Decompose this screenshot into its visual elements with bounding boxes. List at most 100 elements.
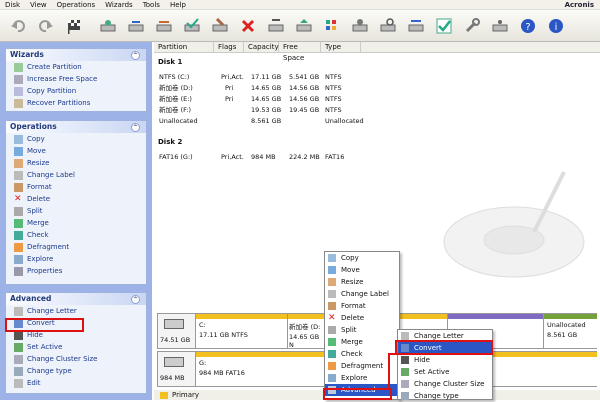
- wizard-copy-partition[interactable]: Copy Partition: [6, 85, 146, 97]
- move-icon: [328, 266, 336, 274]
- view-disk-icon[interactable]: [488, 14, 512, 38]
- properties-icon: [14, 266, 23, 276]
- col-type[interactable]: Type: [321, 42, 361, 52]
- set-active-icon: [14, 342, 23, 352]
- col-capacity[interactable]: Capacity: [244, 42, 279, 52]
- ctx-merge[interactable]: Merge: [325, 336, 399, 348]
- col-flags[interactable]: Flags: [214, 42, 244, 52]
- advanced-panel-header[interactable]: Advanced ⌃: [6, 293, 146, 305]
- ctx-change-label[interactable]: Change Label: [325, 288, 399, 300]
- recover-partition-icon: [14, 98, 23, 108]
- op-move[interactable]: Move: [6, 145, 146, 157]
- op-delete[interactable]: ✕ Delete: [6, 193, 146, 205]
- ctx-split[interactable]: Split: [325, 324, 399, 336]
- delete-icon[interactable]: [236, 14, 260, 38]
- op-copy[interactable]: Copy: [6, 133, 146, 145]
- split-icon[interactable]: [264, 14, 288, 38]
- sub-change-cluster-size[interactable]: Change Cluster Size: [398, 378, 492, 390]
- change-letter-icon: [401, 332, 409, 340]
- disk1-label[interactable]: Disk 1: [158, 58, 182, 66]
- op-properties[interactable]: Properties: [6, 265, 146, 277]
- change-letter-icon: [14, 306, 23, 316]
- op-format[interactable]: Format: [6, 181, 146, 193]
- copy-disk-icon[interactable]: [96, 14, 120, 38]
- info-icon[interactable]: i: [544, 14, 568, 38]
- ctx-resize[interactable]: Resize: [325, 276, 399, 288]
- operations-panel-header[interactable]: Operations ⌃: [6, 121, 146, 133]
- wizards-panel: Wizards ⌃ Create Partition Increase Free …: [5, 48, 147, 112]
- defragment-icon: [14, 242, 23, 252]
- copy-partition-icon: [14, 86, 23, 96]
- ctx-copy[interactable]: Copy: [325, 252, 399, 264]
- op-explore[interactable]: Explore: [6, 253, 146, 265]
- menu-disk[interactable]: Disk: [0, 0, 25, 10]
- disk1-size-cell[interactable]: 74.51 GB: [158, 314, 196, 348]
- apply-check-icon[interactable]: [432, 14, 456, 38]
- op-merge[interactable]: Merge: [6, 217, 146, 229]
- properties-icon[interactable]: [348, 14, 372, 38]
- commit-flag-icon[interactable]: [62, 14, 86, 38]
- column-header: Partition Flags Capacity Free Space Type: [154, 42, 600, 62]
- disk2-label[interactable]: Disk 2: [158, 138, 182, 146]
- check-disk-icon[interactable]: [180, 14, 204, 38]
- partition-d-segment[interactable]: 新加卷 (D: 14.65 GB N: [288, 314, 328, 349]
- menu-operations[interactable]: Operations: [52, 0, 100, 10]
- adv-change-cluster-size[interactable]: Change Cluster Size: [6, 353, 146, 365]
- resize-disk-icon[interactable]: [152, 14, 176, 38]
- convert-highlight-box: [5, 318, 84, 332]
- menu-tools[interactable]: Tools: [138, 0, 165, 10]
- ctx-move[interactable]: Move: [325, 264, 399, 276]
- disk2-size-cell[interactable]: 984 MB: [158, 352, 196, 386]
- col-partition[interactable]: Partition: [154, 42, 214, 52]
- explore-icon[interactable]: [376, 14, 400, 38]
- wizard-create-partition[interactable]: Create Partition: [6, 61, 146, 73]
- legend-primary: Primary: [172, 391, 200, 399]
- collapse-icon[interactable]: ⌃: [131, 295, 140, 304]
- tools-icon[interactable]: [460, 14, 484, 38]
- adv-set-active[interactable]: Set Active: [6, 341, 146, 353]
- change-type-icon: [14, 366, 23, 376]
- help-icon[interactable]: ?: [516, 14, 540, 38]
- unallocated-segment[interactable]: Unallocated 8.561 GB: [544, 314, 597, 348]
- merge-icon: [328, 338, 336, 346]
- defragment-icon: [328, 362, 336, 370]
- op-check[interactable]: Check: [6, 229, 146, 241]
- cluster-size-icon: [14, 354, 23, 364]
- edit-icon: [14, 378, 23, 388]
- op-change-label[interactable]: Change Label: [6, 169, 146, 181]
- defragment-icon[interactable]: [320, 14, 344, 38]
- format-disk-icon[interactable]: [208, 14, 232, 38]
- hide-icon: [401, 356, 409, 364]
- op-resize[interactable]: Resize: [6, 157, 146, 169]
- wizards-panel-header[interactable]: Wizards ⌃: [6, 49, 146, 61]
- sub-set-active[interactable]: Set Active: [398, 366, 492, 378]
- increase-space-icon: [14, 74, 23, 84]
- redo-icon[interactable]: [34, 14, 58, 38]
- format-icon: [328, 302, 336, 310]
- adv-edit[interactable]: Edit: [6, 377, 146, 389]
- split-icon: [328, 326, 336, 334]
- adv-change-type[interactable]: Change type: [6, 365, 146, 377]
- menu-wizards[interactable]: Wizards: [100, 0, 138, 10]
- menu-view[interactable]: View: [25, 0, 52, 10]
- undo-icon[interactable]: [6, 14, 30, 38]
- convert-icon[interactable]: [404, 14, 428, 38]
- menu-help[interactable]: Help: [165, 0, 191, 10]
- wizard-recover-partitions[interactable]: Recover Partitions: [6, 97, 146, 109]
- sub-change-type[interactable]: Change type: [398, 390, 492, 402]
- wizard-increase-free-space[interactable]: Increase Free Space: [6, 73, 146, 85]
- op-split[interactable]: Split: [6, 205, 146, 217]
- copy-icon: [328, 254, 336, 262]
- col-free-space[interactable]: Free Space: [279, 42, 321, 62]
- copy-icon: [14, 134, 23, 144]
- adv-change-letter[interactable]: Change Letter: [6, 305, 146, 317]
- ctx-delete[interactable]: ✕ Delete: [325, 312, 399, 324]
- sub-hide[interactable]: Hide: [398, 354, 492, 366]
- merge-icon[interactable]: [292, 14, 316, 38]
- move-disk-icon[interactable]: [124, 14, 148, 38]
- collapse-icon[interactable]: ⌃: [131, 123, 140, 132]
- collapse-icon[interactable]: ⌃: [131, 51, 140, 60]
- partition-c-segment[interactable]: C: 17.11 GB NTFS: [196, 314, 288, 348]
- op-defragment[interactable]: Defragment: [6, 241, 146, 253]
- ctx-format[interactable]: Format: [325, 300, 399, 312]
